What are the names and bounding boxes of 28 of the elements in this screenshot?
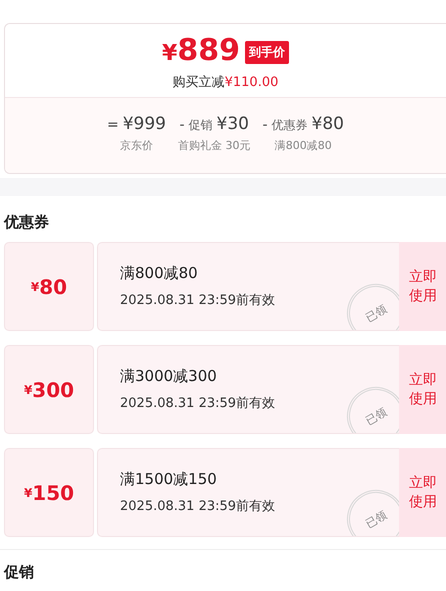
coupon-condition: 满800减80 <box>120 264 199 283</box>
coupon-value: ¥80 <box>4 242 94 331</box>
use-now-button[interactable]: 立即使用 <box>399 242 446 331</box>
use-now-button[interactable]: 立即使用 <box>399 448 446 537</box>
breakdown-amount: ¥80 <box>312 114 344 134</box>
saving-text: 购买立减¥110.00 <box>172 74 278 91</box>
coupon-condition: 满1500减150 <box>120 470 218 489</box>
breakdown-amount: ¥30 <box>216 114 249 134</box>
operator-sign: = <box>106 117 119 133</box>
operator-sign: - <box>179 117 185 133</box>
coupon-validity: 2025.08.31 23:59前有效 <box>120 498 276 515</box>
price-tag: 到手价 <box>244 41 289 64</box>
use-now-button[interactable]: 立即使用 <box>399 345 446 434</box>
coupon-condition: 满3000减300 <box>120 367 218 386</box>
final-price: ¥889 <box>162 34 240 70</box>
breakdown-note: 京东价 <box>120 138 153 153</box>
coupon-validity: 2025.08.31 23:59前有效 <box>120 292 276 309</box>
breakdown-amount: ¥999 <box>122 114 166 134</box>
breakdown-label: 优惠券 <box>272 117 308 134</box>
section-title: 优惠券 <box>4 213 49 231</box>
coupon-value: ¥150 <box>4 448 94 537</box>
section-title: 促销 <box>4 563 34 581</box>
breakdown-note: 满800减80 <box>274 138 332 153</box>
breakdown-note: 首购礼金 30元 <box>178 138 250 153</box>
coupon-value: ¥300 <box>4 345 94 434</box>
breakdown-label: 促销 <box>188 117 213 134</box>
operator-sign: - <box>262 117 268 133</box>
coupon-validity: 2025.08.31 23:59前有效 <box>120 395 276 412</box>
